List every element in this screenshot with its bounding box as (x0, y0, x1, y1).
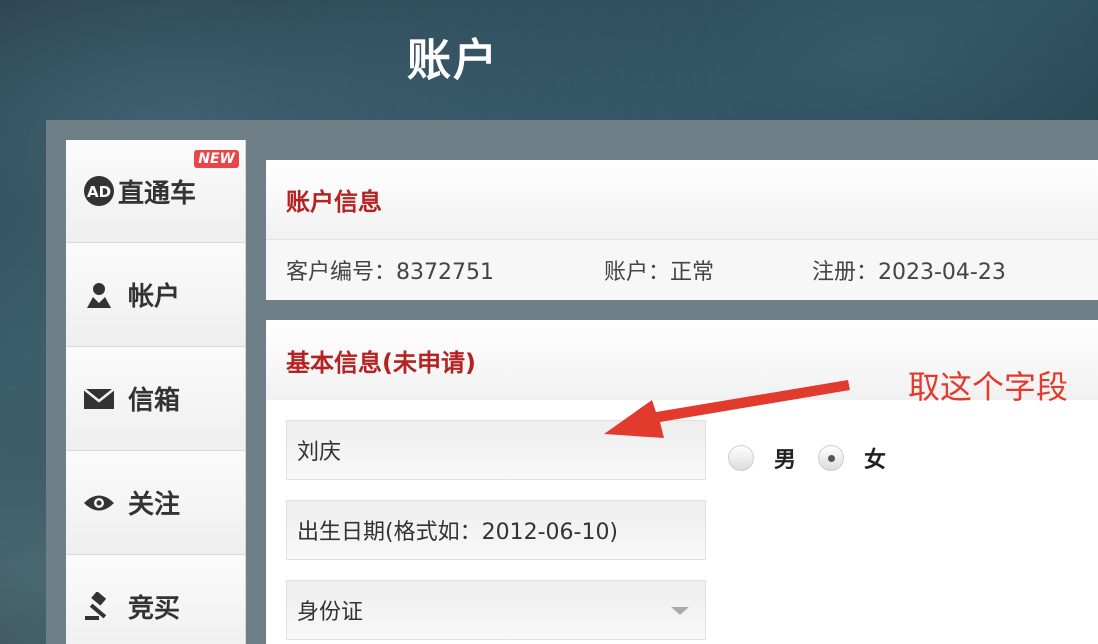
birth-date-input[interactable]: 出生日期(格式如：2012-06-10) (286, 500, 706, 560)
eye-icon (82, 486, 116, 520)
sidebar-item-account[interactable]: 帐户 (66, 243, 245, 347)
sidebar-item-label: 信箱 (128, 386, 181, 416)
name-value: 刘庆 (297, 440, 342, 465)
annotation-text: 取这个字段 (908, 368, 1069, 406)
sidebar-item-auction[interactable]: 竞买 (66, 555, 245, 644)
account-info-title: 账户信息 (266, 160, 1098, 240)
page-title: 账户 (407, 35, 499, 86)
new-badge: NEW (194, 150, 239, 168)
gavel-icon (82, 590, 116, 624)
customer-number: 客户编号：8372751 (286, 260, 494, 285)
ad-logo-icon: AD (82, 174, 116, 208)
sidebar: AD 直通车 NEW 帐户 信箱 关注 竞买 (66, 140, 246, 644)
id-type-select[interactable]: 身份证 (286, 580, 706, 640)
id-type-value: 身份证 (297, 600, 364, 625)
account-info-row: 客户编号：8372751 账户：正常 注册：2023-04-23 (266, 240, 1098, 300)
birth-date-placeholder: 出生日期(格式如：2012-06-10) (297, 520, 619, 545)
svg-text:AD: AD (87, 183, 111, 201)
sidebar-item-mailbox[interactable]: 信箱 (66, 347, 245, 451)
annotation-arrow (604, 380, 850, 438)
sidebar-item-label: 帐户 (128, 282, 181, 312)
account-info-panel: 账户信息 客户编号：8372751 账户：正常 注册：2023-04-23 (266, 160, 1098, 300)
envelope-icon (82, 382, 116, 416)
gender-label-female: 女 (864, 448, 887, 473)
chevron-down-icon (671, 607, 689, 615)
user-icon (82, 278, 116, 312)
sidebar-item-label: 直通车 (118, 178, 197, 209)
sidebar-item-follow[interactable]: 关注 (66, 451, 245, 555)
sidebar-item-ad[interactable]: AD 直通车 NEW (66, 140, 245, 243)
registration-date: 注册：2023-04-23 (812, 260, 1006, 285)
account-status: 账户：正常 (604, 260, 715, 285)
sidebar-item-label: 竞买 (128, 594, 181, 624)
sidebar-item-label: 关注 (128, 490, 181, 520)
